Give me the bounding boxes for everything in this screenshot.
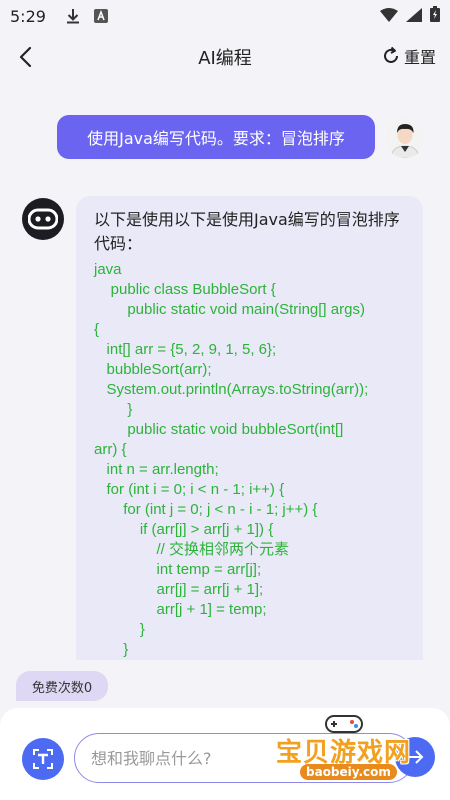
input-area — [0, 708, 450, 800]
refresh-icon — [384, 46, 398, 63]
code-line: int[] arr = {5, 2, 9, 1, 5, 6}; — [106, 341, 277, 358]
reset-label: 重置 — [403, 48, 436, 67]
wifi-icon — [380, 7, 398, 26]
code-line: } — [123, 641, 129, 658]
header: AI编程 重置 — [0, 32, 450, 82]
code-line: for (int j = 0; j < n - i - 1; j++) { — [123, 501, 318, 518]
code-line: arr[j] = arr[j + 1]; — [156, 581, 264, 598]
code-line: for (int i = 0; i < n - 1; i++) { — [106, 481, 285, 498]
free-count-badge: 免费次数0 — [16, 671, 108, 701]
app-notification-icon — [93, 9, 108, 23]
user-avatar — [384, 116, 426, 158]
send-button[interactable] — [395, 737, 435, 777]
user-message-text: 使用Java编写代码。要求：冒泡排序 — [87, 129, 345, 148]
code-line: } — [139, 621, 145, 638]
send-icon — [408, 750, 424, 764]
code-line: public static void main(String[] args) — [127, 301, 365, 318]
signal-icon — [406, 7, 422, 26]
battery-icon — [430, 6, 440, 26]
code-line: public static void bubbleSort(int[] — [127, 421, 344, 438]
code-line: int temp = arr[j]; — [156, 561, 262, 578]
chat-input[interactable] — [74, 733, 414, 783]
text-mode-button[interactable] — [22, 738, 64, 780]
code-line: arr[j + 1] = temp; — [156, 601, 267, 618]
status-bar: 5:29 — [0, 0, 450, 32]
code-block: java public class BubbleSort { public st… — [94, 260, 409, 660]
code-line: // 交换相邻两个元素 — [156, 541, 290, 558]
bot-avatar — [22, 198, 64, 240]
reset-button[interactable]: 重置 — [381, 44, 436, 68]
code-line: System.out.println(Arrays.toString(arr))… — [106, 381, 369, 398]
code-line: public class BubbleSort { — [110, 281, 276, 298]
robot-icon — [28, 208, 58, 230]
text-mode-icon — [33, 749, 53, 769]
user-message-bubble: 使用Java编写代码。要求：冒泡排序 — [57, 115, 375, 159]
bot-intro-text: 以下是使用以下是使用Java编写的冒泡排序代码： — [94, 210, 400, 253]
bot-message-bubble: 以下是使用以下是使用Java编写的冒泡排序代码： java public cla… — [76, 196, 423, 660]
code-line: { — [94, 321, 100, 338]
code-line: bubbleSort(arr); — [106, 361, 212, 378]
code-line: java — [94, 261, 122, 278]
code-line: arr) { — [94, 441, 127, 458]
code-line: int n = arr.length; — [106, 461, 219, 478]
download-icon — [66, 8, 80, 24]
code-line: } — [127, 401, 133, 418]
code-line: if (arr[j] > arr[j + 1]) { — [139, 521, 274, 538]
status-time: 5:29 — [10, 6, 46, 26]
